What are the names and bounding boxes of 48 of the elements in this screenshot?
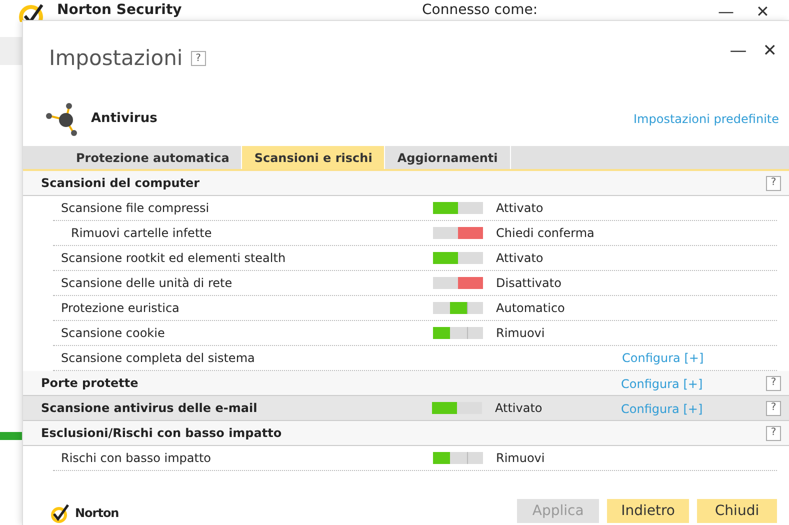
back-button[interactable]: Indietro <box>607 499 689 523</box>
status-text: Automatico <box>496 300 566 317</box>
toggle-switch[interactable] <box>433 252 483 264</box>
help-icon[interactable]: ? <box>190 51 206 66</box>
close-button[interactable]: ✕ <box>750 0 776 22</box>
toggle-switch[interactable] <box>433 227 483 239</box>
status-text: Disattivato <box>496 275 562 292</box>
toggle-switch[interactable] <box>433 202 483 214</box>
close-button[interactable]: Chiudi <box>697 499 777 523</box>
help-icon[interactable]: ? <box>766 176 781 190</box>
brand-name: Norton <box>75 505 119 522</box>
toggle-switch[interactable] <box>433 277 483 289</box>
setting-label: Scansione cookie <box>60 325 166 342</box>
status-text: Rimuovi <box>496 450 546 467</box>
setting-label: Rimuovi cartelle infette <box>70 225 213 242</box>
setting-label: Scansione file compressi <box>60 200 210 217</box>
setting-label: Scansione completa del sistema <box>60 350 256 367</box>
account-label: Connesso come: <box>422 1 538 19</box>
section-title[interactable]: Scansione antivirus delle e-mail <box>41 399 432 417</box>
sidebar-item[interactable] <box>0 37 22 65</box>
status-text: Chiedi conferma <box>496 225 596 242</box>
minimize-button[interactable]: — <box>726 43 751 60</box>
status-text: Rimuovi <box>496 325 546 342</box>
section-title[interactable]: Scansioni del computer <box>41 174 432 192</box>
close-button[interactable]: ✕ <box>758 43 781 60</box>
section-title: Antivirus <box>91 110 158 128</box>
setting-label: Scansione delle unità di rete <box>60 275 234 292</box>
slider-switch[interactable] <box>433 452 483 464</box>
setting-label: Rischi con basso impatto <box>60 450 212 467</box>
setting-label: Scansione rootkit ed elementi stealth <box>60 250 287 267</box>
section-title[interactable]: Esclusioni/Rischi con basso impatto <box>41 424 432 442</box>
help-icon[interactable]: ? <box>766 426 781 440</box>
tab[interactable]: Aggiornamenti <box>385 146 511 169</box>
slider-switch[interactable] <box>433 327 483 339</box>
slider-switch[interactable] <box>433 302 483 314</box>
help-icon[interactable]: ? <box>766 400 781 416</box>
tab[interactable]: Scansioni e rischi <box>242 146 386 169</box>
section-title[interactable]: Porte protette <box>41 374 432 392</box>
minimize-button[interactable]: — <box>712 0 740 22</box>
antivirus-icon <box>45 102 79 136</box>
dialog-title: Impostazioni <box>49 45 183 72</box>
setting-label: Protezione euristica <box>60 300 180 317</box>
status-text: Attivato <box>495 400 544 417</box>
status-text: Attivato <box>496 200 544 217</box>
help-icon[interactable]: ? <box>766 376 781 390</box>
toggle-switch[interactable] <box>432 402 482 414</box>
status-text: Attivato <box>496 250 544 267</box>
app-title: Norton Security <box>57 1 182 19</box>
